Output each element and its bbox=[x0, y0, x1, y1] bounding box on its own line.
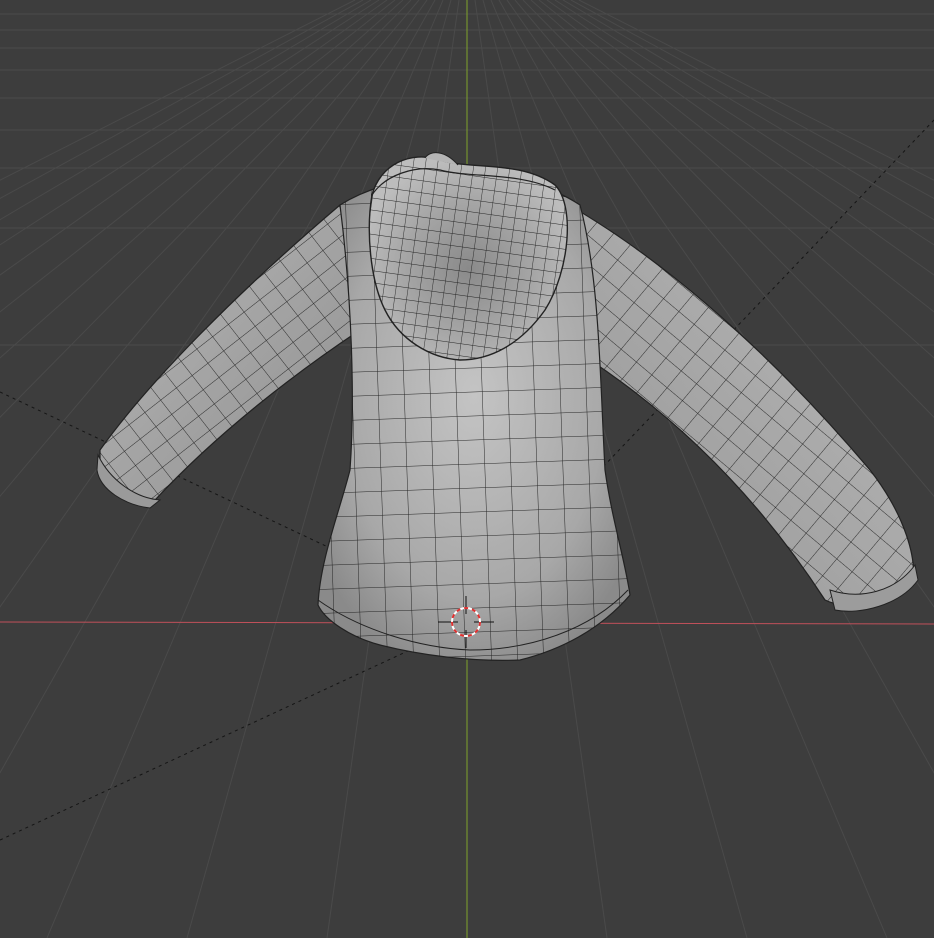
grid-line bbox=[0, 0, 404, 359]
grid-line bbox=[0, 0, 388, 276]
hoodie-mesh[interactable] bbox=[96, 152, 919, 661]
grid-line bbox=[0, 0, 412, 418]
viewport-canvas[interactable] bbox=[0, 0, 934, 938]
grid-line bbox=[0, 0, 396, 313]
3d-viewport[interactable] bbox=[0, 0, 934, 938]
